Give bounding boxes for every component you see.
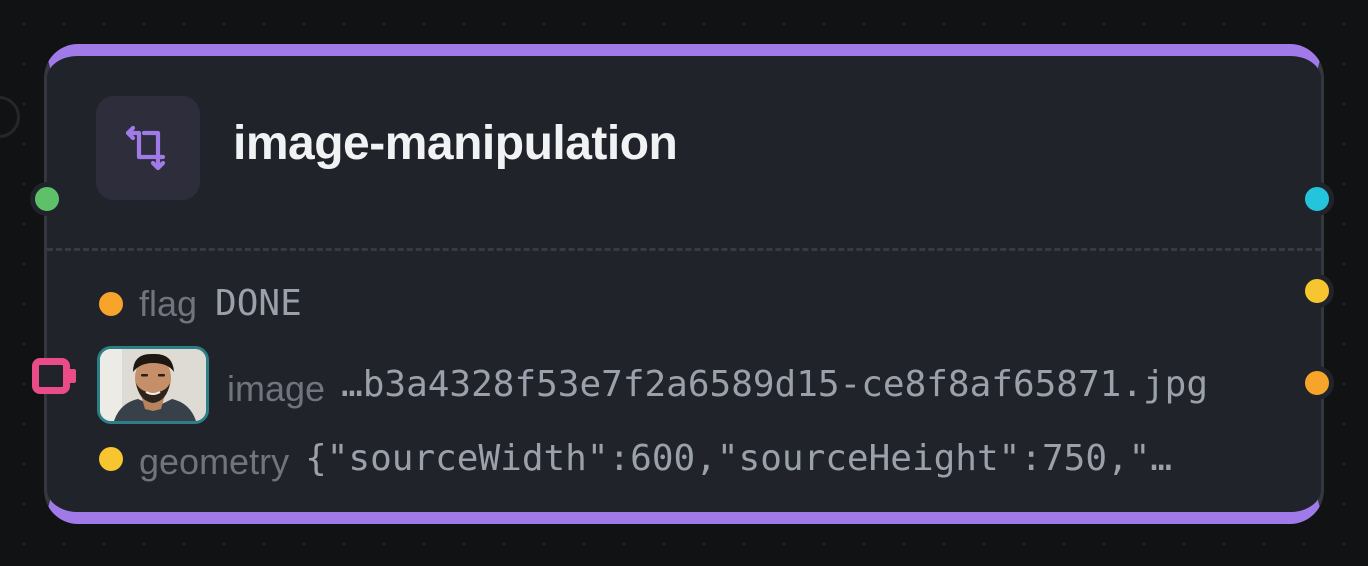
- crop-icon: [125, 125, 166, 171]
- flag-status-dot: [99, 292, 123, 316]
- geometry-label: geometry: [139, 441, 290, 482]
- image-row[interactable]: image …b3a4328f53e7f2a6589d15-ce8f8af658…: [97, 346, 1271, 424]
- geometry-row[interactable]: geometry {"sourceWidth":600,"sourceHeigh…: [99, 434, 1235, 484]
- background-node-ring: [0, 96, 20, 138]
- node-title: image-manipulation: [233, 117, 678, 170]
- node-header[interactable]: image-manipulation: [47, 56, 1321, 248]
- header-divider: [47, 248, 1321, 251]
- node-icon-box: [96, 96, 200, 200]
- geometry-status-dot: [99, 447, 123, 471]
- image-filename: …b3a4328f53e7f2a6589d15-ce8f8af65871.jpg: [341, 364, 1209, 405]
- image-output-port[interactable]: [1300, 366, 1334, 400]
- image-input-port[interactable]: [32, 358, 76, 394]
- image-manipulation-node[interactable]: image-manipulation flag DONE image …b3a4…: [30, 44, 1334, 524]
- flag-label: flag: [139, 283, 198, 324]
- portrait-thumbnail[interactable]: [97, 346, 209, 424]
- flag-row[interactable]: flag DONE: [99, 282, 302, 326]
- flag-output-port[interactable]: [1300, 274, 1334, 308]
- portrait-image: [100, 349, 206, 421]
- flag-value: DONE: [215, 283, 302, 324]
- image-label: image: [227, 368, 326, 409]
- geometry-value: {"sourceWidth":600,"sourceHeight":750,"…: [305, 438, 1173, 479]
- canvas[interactable]: image-manipulation flag DONE image …b3a4…: [0, 0, 1368, 566]
